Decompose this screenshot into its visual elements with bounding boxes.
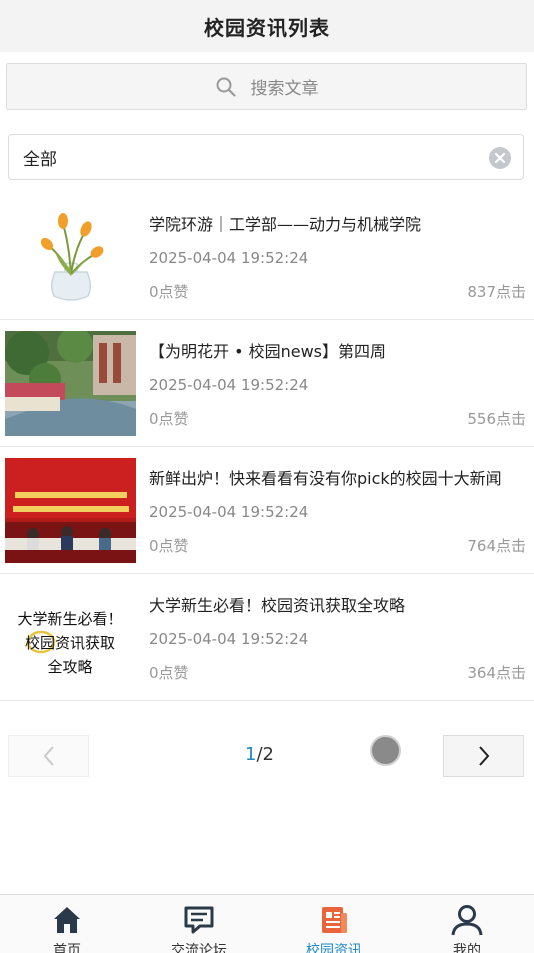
clear-icon[interactable] (488, 146, 512, 170)
thumb-text-line: 大学新生必看！ (17, 610, 122, 628)
tab-home-label: 首页 (53, 943, 81, 953)
category-filter-value: 全部 (23, 149, 57, 170)
tab-home[interactable]: 首页 (0, 895, 134, 953)
article-item[interactable]: 学院环游｜工学部——动力与机械学院 2025-04-04 19:52:24 0点… (0, 193, 534, 320)
header: 校园资讯列表 (0, 0, 534, 52)
pagination: 1/2 (0, 733, 534, 779)
search-placeholder: 搜索文章 (250, 79, 319, 99)
chevron-left-icon (43, 746, 54, 766)
meeting-banner-photo (5, 458, 136, 563)
bottom-tab-bar: 首页 交流论坛 校园资讯 我的 (0, 894, 534, 953)
article-date: 2025-04-04 19:52:24 (149, 503, 309, 521)
article-date: 2025-04-04 19:52:24 (149, 630, 309, 648)
thumb-text-line: 全攻略 (47, 658, 92, 676)
article-clicks: 364点击 (467, 664, 526, 682)
tab-forum[interactable]: 交流论坛 (132, 895, 266, 953)
article-item[interactable]: 【为明花开 • 校园news】第四周 2025-04-04 19:52:24 0… (0, 320, 534, 447)
article-list: 学院环游｜工学部——动力与机械学院 2025-04-04 19:52:24 0点… (0, 193, 534, 701)
tab-profile-label: 我的 (453, 943, 481, 953)
home-icon (54, 907, 80, 933)
article-title: 【为明花开 • 校园news】第四周 (149, 342, 387, 361)
total-pages: 2 (262, 744, 274, 765)
article-likes: 0点赞 (149, 537, 189, 555)
tab-news[interactable]: 校园资讯 (267, 895, 401, 953)
article-clicks: 837点击 (467, 283, 526, 301)
tab-news-label: 校园资讯 (306, 943, 362, 953)
tab-profile[interactable]: 我的 (400, 895, 534, 953)
article-clicks: 556点击 (467, 410, 526, 428)
article-date: 2025-04-04 19:52:24 (149, 376, 309, 394)
page: 校园资讯列表 搜索文章 全部 学院环游｜工学部——动力与机械学院 2025-04… (0, 0, 534, 953)
chat-icon (184, 906, 214, 934)
article-clicks: 764点击 (467, 537, 526, 555)
article-likes: 0点赞 (149, 283, 189, 301)
next-page-button[interactable] (443, 735, 524, 777)
article-item[interactable]: 大学新生必看！ 校园资讯获取 全攻略 大学新生必看！校园资讯获取全攻略 2025… (0, 574, 534, 701)
article-title: 新鲜出炉！快来看看有没有你pick的校园十大新闻 (149, 469, 502, 488)
page-title: 校园资讯列表 (204, 15, 330, 40)
tab-forum-label: 交流论坛 (171, 943, 227, 953)
article-likes: 0点赞 (149, 664, 189, 682)
current-page: 1 (245, 744, 257, 765)
handwritten-title-image: 大学新生必看！ 校园资讯获取 全攻略 (5, 585, 136, 690)
article-date: 2025-04-04 19:52:24 (149, 249, 309, 267)
article-likes: 0点赞 (149, 410, 189, 428)
category-filter[interactable]: 全部 (8, 134, 524, 180)
search-bar[interactable]: 搜索文章 (6, 63, 527, 110)
user-icon (451, 905, 483, 936)
article-item[interactable]: 新鲜出炉！快来看看有没有你pick的校园十大新闻 2025-04-04 19:5… (0, 447, 534, 574)
article-title: 学院环游｜工学部——动力与机械学院 (149, 215, 422, 234)
news-icon (322, 907, 347, 933)
prev-page-button[interactable] (8, 735, 89, 777)
search-icon (216, 77, 236, 97)
page-indicator: 1/2 (245, 744, 274, 765)
tulip-vase-image (5, 204, 136, 309)
article-title: 大学新生必看！校园资讯获取全攻略 (149, 596, 406, 615)
campus-garden-photo (5, 331, 136, 436)
floating-dot-button[interactable] (370, 735, 401, 766)
chevron-right-icon (478, 746, 489, 766)
thumb-text-line: 校园资讯获取 (25, 634, 115, 652)
